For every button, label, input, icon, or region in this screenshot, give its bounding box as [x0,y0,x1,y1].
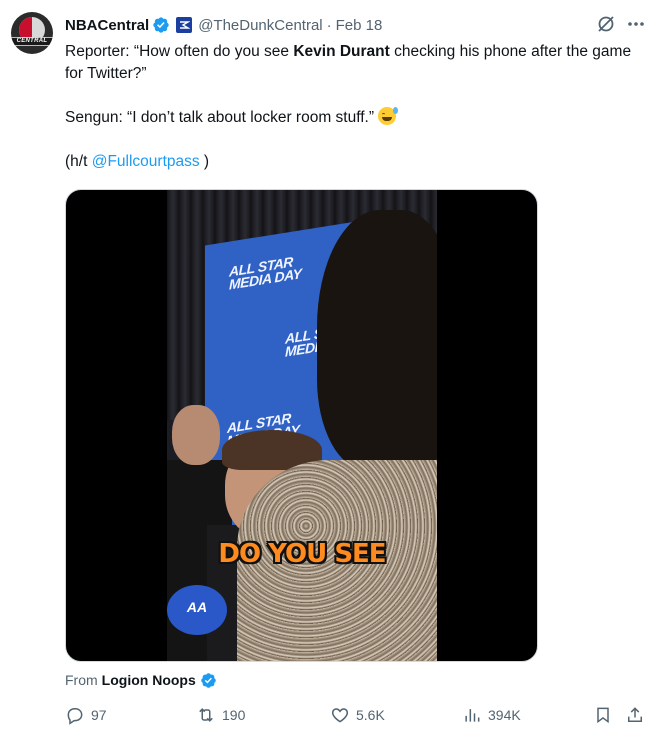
text-segment: Reporter: “How often do you see [65,43,294,60]
backdrop-logo: ALL STAR MEDIA DAY [229,253,302,293]
microphone: AA [167,585,227,635]
avatar-text: CENTRAL [16,38,48,44]
tweet-date[interactable]: Feb 18 [336,17,383,34]
views-button[interactable]: 394K [462,704,521,726]
video-caption: DO YOU SEE [218,539,386,569]
from-attribution: From Logion Noops [65,670,217,690]
text-segment: Sengun: “I don’t talk about locker room … [65,109,375,126]
reply-count: 97 [91,707,107,723]
views-count: 394K [488,707,521,723]
verified-badge-icon[interactable] [152,16,170,34]
affiliate-badge-icon[interactable] [176,17,193,33]
tweet-text-line-1: Reporter: “How often do you see Kevin Du… [65,41,645,85]
bookmark-button[interactable] [593,704,619,726]
tweet-text-line-2: Sengun: “I don’t talk about locker room … [65,107,645,129]
repost-count: 190 [222,707,246,723]
like-button[interactable]: 5.6K [330,704,385,726]
tweet-text-line-3: (h/t @Fullcourtpass ) [65,151,645,173]
separator-dot: · [326,16,332,34]
avatar[interactable]: CENTRAL [11,12,53,54]
bystander-head [172,405,220,465]
grinning-sweat-emoji-icon [378,107,399,125]
author-name[interactable]: NBACentral [65,17,149,34]
text-bold-name: Kevin Durant [293,43,390,60]
text-segment: ) [199,153,210,170]
analytics-icon [465,709,480,722]
grok-icon[interactable] [596,14,616,34]
more-options-icon[interactable] [626,14,646,34]
reply-button[interactable]: 97 [65,704,107,726]
mic-logo: AA [186,599,208,615]
from-label: From [65,672,98,688]
repost-button[interactable]: 190 [196,704,245,726]
author-handle[interactable]: @TheDunkCentral [198,17,322,34]
action-bar: 97 190 5.6K 394K [65,704,650,726]
share-icon [628,707,642,722]
share-button[interactable] [625,704,651,726]
tweet-header: NBACentral @TheDunkCentral · Feb 18 [65,14,382,36]
text-segment: (h/t [65,153,92,170]
reply-icon [67,708,83,725]
tweet[interactable]: CENTRAL NBACentral @TheDunkCentral · Feb… [0,0,656,738]
reporter-head [317,210,437,470]
video-player[interactable]: ALL STAR MEDIA DAY ALL STAR MEDIA DAY AL… [65,189,538,662]
bookmark-icon [597,707,609,724]
verified-badge-icon [201,672,216,688]
from-author-link[interactable]: Logion Noops [102,672,196,688]
avatar-band: CENTRAL [11,37,53,46]
video-frame[interactable]: ALL STAR MEDIA DAY ALL STAR MEDIA DAY AL… [167,190,437,661]
heart-icon [331,708,349,723]
repost-icon [199,708,213,722]
backdrop-logo-text: ALL STAR MEDIA DAY [229,253,302,293]
tweet-text: Reporter: “How often do you see Kevin Du… [65,41,645,173]
like-count: 5.6K [356,707,385,723]
mention-link[interactable]: @Fullcourtpass [92,153,200,170]
